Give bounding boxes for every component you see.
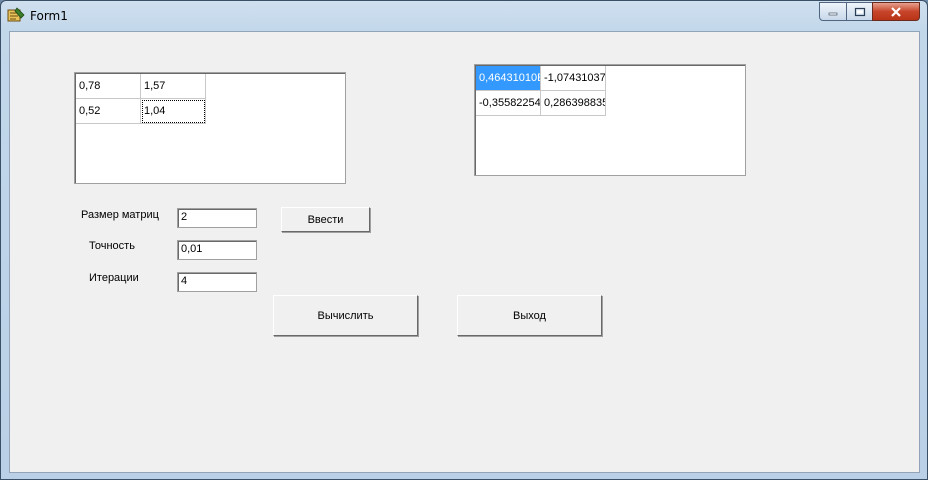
- grid-cell[interactable]: -0,35582254: [476, 91, 541, 116]
- input-matrix-grid[interactable]: 0,78 1,57 0,52 1,04: [74, 72, 346, 184]
- accuracy-label: Точность: [89, 240, 135, 252]
- close-icon: [891, 6, 901, 17]
- grid-cell[interactable]: -1,07431037: [541, 66, 606, 91]
- title-bar[interactable]: Form1: [1, 1, 927, 31]
- iterations-input[interactable]: 4: [177, 272, 257, 292]
- compute-button[interactable]: Вычислить: [273, 295, 418, 336]
- grid-cell-focused[interactable]: 1,04: [141, 99, 206, 124]
- iterations-label: Итерации: [89, 272, 139, 284]
- accuracy-input[interactable]: 0,01: [177, 240, 257, 260]
- grid-cell[interactable]: 0,78: [76, 74, 141, 99]
- enter-button[interactable]: Ввести: [281, 207, 370, 232]
- grid-cell[interactable]: 1,57: [141, 74, 206, 99]
- result-matrix-grid[interactable]: 0,46431010E -1,07431037 -0,35582254 0,28…: [474, 64, 746, 176]
- exit-button[interactable]: Выход: [457, 295, 602, 336]
- maximize-button[interactable]: [846, 2, 873, 21]
- window-title: Form1: [30, 9, 68, 23]
- matrix-size-input[interactable]: 2: [177, 208, 257, 228]
- form-client-area: 0,78 1,57 0,52 1,04 0,46431010E -1,07431…: [9, 31, 920, 473]
- minimize-icon: [828, 12, 838, 15]
- grid-cell[interactable]: 0,52: [76, 99, 141, 124]
- matrix-size-label: Размер матриц: [81, 209, 159, 221]
- restore-icon: [854, 7, 865, 16]
- main-window: Form1 0,78 1,57 0,52 1,04 0,46431010E -1…: [0, 0, 928, 480]
- delphi-app-icon: [7, 7, 25, 22]
- grid-cell[interactable]: 0,286398835: [541, 91, 606, 116]
- grid-cell-selected[interactable]: 0,46431010E: [476, 66, 541, 91]
- close-button[interactable]: [872, 2, 920, 21]
- minimize-button[interactable]: [819, 2, 847, 21]
